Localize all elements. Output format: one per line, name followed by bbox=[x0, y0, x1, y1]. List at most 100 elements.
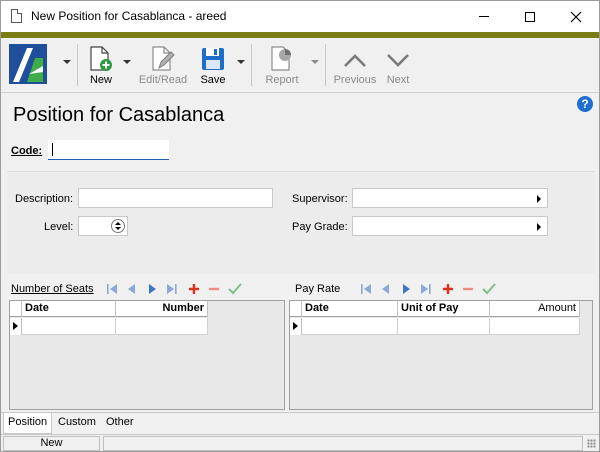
add-record-icon[interactable] bbox=[443, 284, 453, 294]
next-button[interactable]: Next bbox=[381, 42, 415, 88]
number-cell[interactable] bbox=[116, 318, 208, 335]
code-label: Code: bbox=[11, 145, 42, 157]
save-button[interactable]: Save bbox=[195, 42, 231, 88]
tab-position[interactable]: Position bbox=[3, 413, 53, 434]
previous-button-label: Previous bbox=[333, 74, 377, 86]
date-cell[interactable] bbox=[22, 318, 116, 335]
confirm-record-icon[interactable] bbox=[482, 283, 496, 295]
window-title: New Position for Casablanca - areed bbox=[31, 9, 227, 23]
seats-header-row: Date Number bbox=[10, 301, 208, 317]
payrate-new-row[interactable] bbox=[290, 318, 580, 335]
prev-record-icon[interactable] bbox=[382, 284, 389, 294]
level-label: Level: bbox=[44, 221, 74, 233]
app-menu-button[interactable] bbox=[7, 42, 49, 88]
help-icon[interactable]: ? bbox=[577, 96, 593, 112]
supervisor-lookup[interactable] bbox=[352, 188, 548, 208]
grid-nav-icons bbox=[361, 283, 496, 295]
lookup-arrow-icon[interactable] bbox=[537, 223, 541, 231]
payrate-panel: Pay Rate Date Unit of Pay Amount bbox=[289, 279, 595, 411]
level-spinner[interactable] bbox=[111, 219, 125, 233]
next-record-icon[interactable] bbox=[403, 284, 410, 294]
last-record-icon[interactable] bbox=[421, 284, 431, 294]
payrate-title: Pay Rate bbox=[295, 283, 341, 295]
new-dropdown-icon[interactable] bbox=[123, 60, 131, 64]
text-caret bbox=[52, 143, 53, 156]
seats-title: Number of Seats bbox=[11, 283, 94, 295]
payrate-grid[interactable]: Date Unit of Pay Amount bbox=[289, 300, 593, 410]
chevron-up-icon bbox=[344, 54, 366, 67]
code-label-text: Code: bbox=[11, 145, 43, 157]
unit-of-pay-cell[interactable] bbox=[398, 318, 490, 335]
row-selector-icon[interactable] bbox=[10, 318, 22, 335]
payrate-header-row: Date Unit of Pay Amount bbox=[290, 301, 580, 317]
prev-record-icon[interactable] bbox=[128, 284, 135, 294]
save-dropdown-icon[interactable] bbox=[237, 60, 245, 64]
new-button[interactable]: New bbox=[83, 42, 119, 88]
grid-nav-icons bbox=[107, 283, 242, 295]
column-header-number[interactable]: Number bbox=[116, 301, 208, 317]
status-message bbox=[103, 436, 583, 451]
minimize-icon bbox=[479, 16, 489, 17]
first-record-icon[interactable] bbox=[361, 284, 371, 294]
details-panel: Description: Level: Supervisor: Pay Grad… bbox=[7, 171, 595, 274]
description-input[interactable] bbox=[78, 188, 273, 208]
row-selector-icon[interactable] bbox=[290, 318, 302, 335]
column-header-unit-of-pay[interactable]: Unit of Pay bbox=[398, 301, 490, 317]
report-dropdown-icon[interactable] bbox=[311, 60, 319, 64]
header-corner bbox=[10, 301, 22, 317]
edit-read-button[interactable]: Edit/Read bbox=[135, 42, 191, 88]
level-input[interactable] bbox=[78, 216, 128, 236]
add-record-icon[interactable] bbox=[189, 284, 199, 294]
edit-read-button-label: Edit/Read bbox=[138, 74, 188, 86]
lookup-arrow-icon[interactable] bbox=[537, 195, 541, 203]
first-record-icon[interactable] bbox=[107, 284, 117, 294]
payrate-navigator bbox=[359, 282, 499, 299]
toolbar-separator bbox=[325, 44, 326, 86]
app-menu-dropdown-icon[interactable] bbox=[63, 60, 71, 64]
confirm-record-icon[interactable] bbox=[228, 283, 242, 295]
title-bar: New Position for Casablanca - areed bbox=[1, 1, 599, 32]
maximize-icon bbox=[525, 11, 535, 22]
seats-new-row[interactable] bbox=[10, 318, 208, 335]
report-button[interactable]: Report bbox=[259, 42, 305, 88]
code-input[interactable] bbox=[48, 140, 169, 160]
next-button-label: Next bbox=[386, 74, 410, 86]
toolbar: New Edit/Read Save Report Previous Next bbox=[1, 38, 599, 93]
header-corner bbox=[290, 301, 302, 317]
seats-panel: Number of Seats Date Number bbox=[5, 279, 285, 411]
seats-navigator bbox=[105, 282, 245, 299]
spin-up-icon bbox=[115, 222, 121, 225]
toolbar-separator bbox=[251, 44, 252, 86]
next-record-icon[interactable] bbox=[149, 284, 156, 294]
save-button-label: Save bbox=[200, 74, 226, 86]
tab-custom[interactable]: Custom bbox=[54, 413, 100, 434]
previous-button[interactable]: Previous bbox=[331, 42, 379, 88]
report-button-label: Report bbox=[265, 74, 299, 86]
column-header-date[interactable]: Date bbox=[22, 301, 116, 317]
tab-strip: Position Custom Other bbox=[1, 412, 599, 434]
tab-other[interactable]: Other bbox=[102, 413, 138, 434]
new-document-icon bbox=[90, 46, 112, 71]
last-record-icon[interactable] bbox=[167, 284, 177, 294]
date-cell[interactable] bbox=[302, 318, 398, 335]
toolbar-separator bbox=[77, 44, 78, 86]
amount-cell[interactable] bbox=[490, 318, 580, 335]
column-header-date[interactable]: Date bbox=[302, 301, 398, 317]
new-button-label: New bbox=[89, 74, 112, 86]
app-window: New Position for Casablanca - areed New … bbox=[0, 0, 600, 452]
resize-grip-icon[interactable] bbox=[587, 439, 596, 448]
app-logo-icon bbox=[9, 44, 47, 84]
page-title: Position for Casablanca bbox=[13, 104, 225, 126]
column-header-amount[interactable]: Amount bbox=[490, 301, 580, 317]
paygrade-lookup[interactable] bbox=[352, 216, 548, 236]
save-disk-icon bbox=[202, 48, 224, 70]
maximize-button[interactable] bbox=[507, 1, 553, 32]
paygrade-label: Pay Grade: bbox=[292, 221, 348, 233]
close-icon bbox=[570, 11, 582, 22]
chevron-down-icon bbox=[387, 54, 409, 67]
minimize-button[interactable] bbox=[461, 1, 507, 32]
report-chart-icon bbox=[271, 46, 291, 71]
edit-document-icon bbox=[152, 46, 175, 71]
seats-grid[interactable]: Date Number bbox=[9, 300, 285, 410]
close-button[interactable] bbox=[553, 1, 599, 32]
